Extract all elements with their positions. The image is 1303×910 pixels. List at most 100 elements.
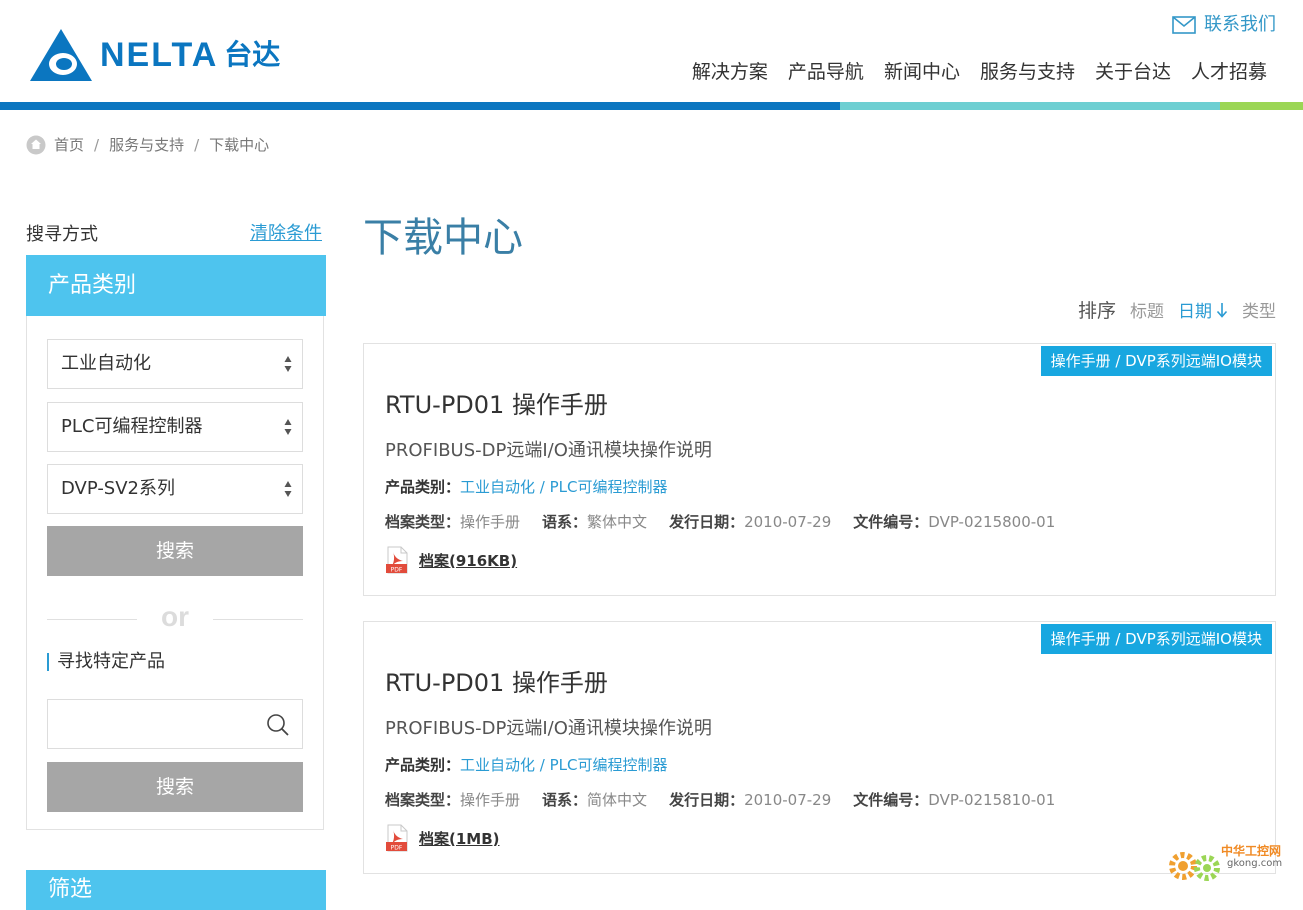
- language-key: 语系：: [542, 791, 588, 809]
- main-nav: 解决方案 产品导航 新闻中心 服务与支持 关于台达 人才招募: [692, 58, 1267, 86]
- pdf-icon[interactable]: PDF: [385, 824, 409, 852]
- find-product-label: 寻找特定产品: [47, 653, 165, 671]
- select-arrows-icon: [284, 481, 292, 497]
- product-category-header: 产品类别: [26, 255, 326, 316]
- sort-label: 排序: [1077, 300, 1116, 322]
- breadcrumb-separator: /: [94, 135, 100, 154]
- contact-label: 联系我们: [1204, 14, 1276, 35]
- language-value: 繁体中文: [587, 513, 648, 531]
- document-subtitle: PROFIBUS-DP远端I/O通讯模块操作说明: [385, 440, 712, 461]
- delta-logo[interactable]: NELTA 台达: [28, 26, 280, 84]
- header-color-bar: [0, 102, 1303, 110]
- document-title[interactable]: RTU-PD01 操作手册: [385, 666, 608, 700]
- document-category: 产品类别：工业自动化 / PLC可编程控制器: [385, 476, 667, 498]
- nav-products[interactable]: 产品导航: [788, 58, 864, 86]
- product-search-button[interactable]: 搜索: [47, 762, 303, 812]
- file-download: PDF 档案(1MB): [385, 824, 500, 852]
- filter-section-header[interactable]: 筛选: [26, 870, 326, 910]
- search-icon[interactable]: [266, 713, 290, 737]
- select-arrows-icon: [284, 356, 292, 372]
- file-download: PDF 档案(916KB): [385, 546, 517, 574]
- release-date-key: 发行日期：: [669, 513, 745, 531]
- sort-by-date[interactable]: 日期: [1178, 297, 1228, 322]
- document-tag: 操作手册 / DVP系列远端IO模块: [1040, 624, 1272, 654]
- select-value: PLC可编程控制器: [61, 416, 203, 437]
- bar-blue-segment: [0, 102, 840, 110]
- home-icon[interactable]: [26, 135, 46, 155]
- logo-chinese: 台达: [224, 38, 281, 71]
- filter-sidebar: 产品类别 工业自动化 PLC可编程控制器 DVP-SV2系列 搜索 or 寻找特…: [26, 255, 326, 830]
- nav-solutions[interactable]: 解决方案: [692, 58, 768, 86]
- document-number-key: 文件编号：: [853, 791, 929, 809]
- sort-by-type[interactable]: 类型: [1242, 297, 1276, 322]
- svg-text:PDF: PDF: [391, 567, 403, 574]
- file-download-link[interactable]: 档案(916KB): [419, 550, 517, 571]
- release-date-value: 2010-07-29: [744, 791, 832, 809]
- breadcrumb-home[interactable]: 首页: [54, 134, 84, 155]
- category-value-link[interactable]: 工业自动化 / PLC可编程控制器: [460, 756, 667, 774]
- category-key: 产品类别：: [385, 756, 461, 774]
- file-type-key: 档案类型：: [385, 791, 461, 809]
- sort-bar: 排序 标题 日期 类型: [1078, 296, 1276, 323]
- category-value-link[interactable]: 工业自动化 / PLC可编程控制器: [460, 478, 667, 496]
- product-search-input[interactable]: [56, 700, 260, 748]
- sort-by-title[interactable]: 标题: [1130, 297, 1164, 322]
- select-value: DVP-SV2系列: [61, 478, 176, 499]
- select-arrows-icon: [284, 419, 292, 435]
- category-select-plc[interactable]: PLC可编程控制器: [47, 402, 303, 452]
- file-type-key: 档案类型：: [385, 513, 461, 531]
- search-method-label: 搜寻方式: [26, 224, 98, 245]
- or-text: or: [161, 601, 189, 632]
- watermark-domain: gkong.com: [1227, 858, 1283, 869]
- nav-news[interactable]: 新闻中心: [884, 58, 960, 86]
- document-subtitle: PROFIBUS-DP远端I/O通讯模块操作说明: [385, 718, 712, 739]
- category-select-industry[interactable]: 工业自动化: [47, 339, 303, 389]
- bar-green-segment: [1220, 102, 1303, 110]
- nav-about[interactable]: 关于台达: [1095, 58, 1171, 86]
- language-value: 简体中文: [587, 791, 648, 809]
- document-card: 操作手册 / DVP系列远端IO模块 RTU-PD01 操作手册 PROFIBU…: [363, 621, 1276, 874]
- breadcrumb-service-support[interactable]: 服务与支持: [109, 134, 184, 155]
- product-search-box: [47, 699, 303, 749]
- or-divider: or: [47, 599, 303, 639]
- release-date-key: 发行日期：: [669, 791, 745, 809]
- document-card: 操作手册 / DVP系列远端IO模块 RTU-PD01 操作手册 PROFIBU…: [363, 343, 1276, 596]
- contact-link[interactable]: 联系我们: [1172, 12, 1276, 38]
- category-key: 产品类别：: [385, 478, 461, 496]
- gkong-watermark: 中华工控网 gkong.com: [1165, 832, 1295, 888]
- document-tag: 操作手册 / DVP系列远端IO模块: [1040, 346, 1272, 376]
- page-title: 下载中心: [363, 215, 523, 261]
- divider-line: [213, 619, 303, 620]
- select-value: 工业自动化: [61, 353, 151, 374]
- document-meta: 档案类型： 操作手册 语系： 繁体中文 发行日期： 2010-07-29 文件编号： D…: [385, 511, 1077, 533]
- breadcrumb-separator: /: [194, 135, 200, 154]
- document-category: 产品类别：工业自动化 / PLC可编程控制器: [385, 754, 667, 776]
- clear-conditions-link[interactable]: 清除条件: [250, 219, 322, 245]
- language-key: 语系：: [542, 513, 588, 531]
- delta-triangle-icon: [30, 29, 92, 81]
- nav-service-support[interactable]: 服务与支持: [980, 58, 1075, 86]
- breadcrumb: 首页 / 服务与支持 / 下载中心: [26, 134, 269, 155]
- logo-wordmark: NELTA: [100, 36, 219, 74]
- category-select-series[interactable]: DVP-SV2系列: [47, 464, 303, 514]
- svg-text:PDF: PDF: [391, 845, 403, 852]
- release-date-value: 2010-07-29: [744, 513, 832, 531]
- bar-teal-segment: [840, 102, 1220, 110]
- breadcrumb-download-center[interactable]: 下载中心: [209, 134, 269, 155]
- document-meta: 档案类型： 操作手册 语系： 简体中文 发行日期： 2010-07-29 文件编号： D…: [385, 789, 1077, 811]
- sort-date-label: 日期: [1178, 302, 1212, 322]
- arrow-down-icon: [1216, 302, 1228, 318]
- file-type-value: 操作手册: [460, 791, 521, 809]
- document-number-value: DVP-0215800-01: [928, 513, 1056, 531]
- document-title[interactable]: RTU-PD01 操作手册: [385, 388, 608, 422]
- file-download-link[interactable]: 档案(1MB): [419, 828, 500, 849]
- category-search-button[interactable]: 搜索: [47, 526, 303, 576]
- watermark-text: 中华工控网: [1221, 844, 1282, 858]
- file-type-value: 操作手册: [460, 513, 521, 531]
- gear-icon: [1169, 852, 1220, 881]
- nav-careers[interactable]: 人才招募: [1191, 58, 1267, 86]
- document-number-key: 文件编号：: [853, 513, 929, 531]
- document-number-value: DVP-0215810-01: [928, 791, 1056, 809]
- mail-icon: [1172, 16, 1196, 34]
- pdf-icon[interactable]: PDF: [385, 546, 409, 574]
